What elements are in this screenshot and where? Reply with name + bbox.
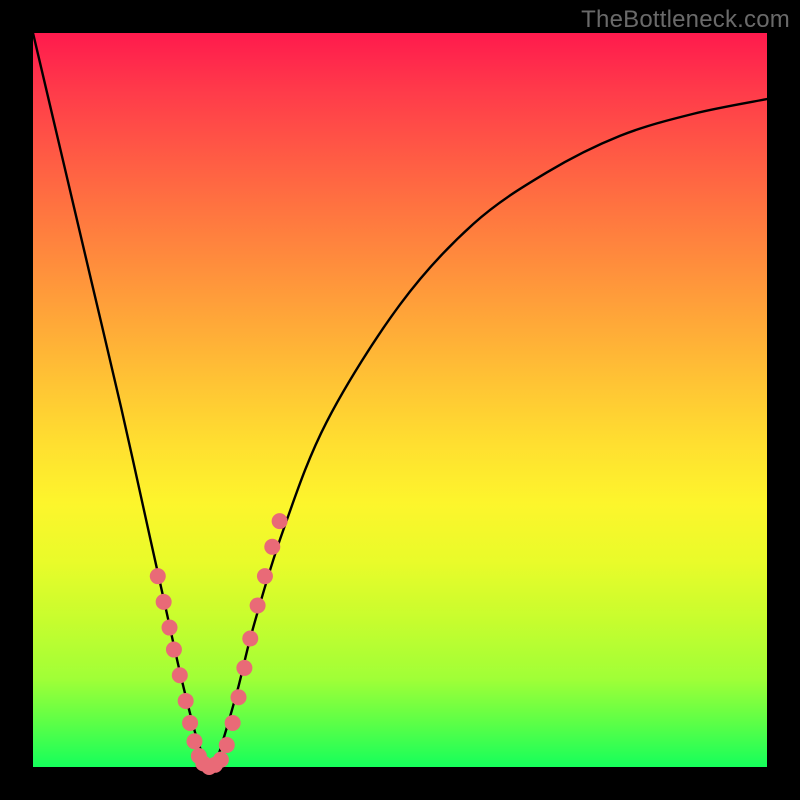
data-point xyxy=(162,620,178,636)
data-point xyxy=(186,733,202,749)
data-point xyxy=(272,513,288,529)
chart-frame: TheBottleneck.com xyxy=(0,0,800,800)
data-point xyxy=(182,715,198,731)
data-point xyxy=(264,539,280,555)
data-point xyxy=(250,598,266,614)
bottleneck-curve xyxy=(33,33,767,767)
data-point xyxy=(213,752,229,768)
data-point xyxy=(257,568,273,584)
data-point xyxy=(231,689,247,705)
data-point xyxy=(225,715,241,731)
data-point xyxy=(236,660,252,676)
data-point xyxy=(172,667,188,683)
data-point xyxy=(166,642,182,658)
data-point xyxy=(219,737,235,753)
data-points xyxy=(150,513,288,775)
watermark-label: TheBottleneck.com xyxy=(581,6,790,34)
data-point xyxy=(178,693,194,709)
data-point xyxy=(156,594,172,610)
chart-svg xyxy=(33,33,767,767)
data-point xyxy=(242,631,258,647)
data-point xyxy=(150,568,166,584)
curve-path xyxy=(33,33,767,767)
